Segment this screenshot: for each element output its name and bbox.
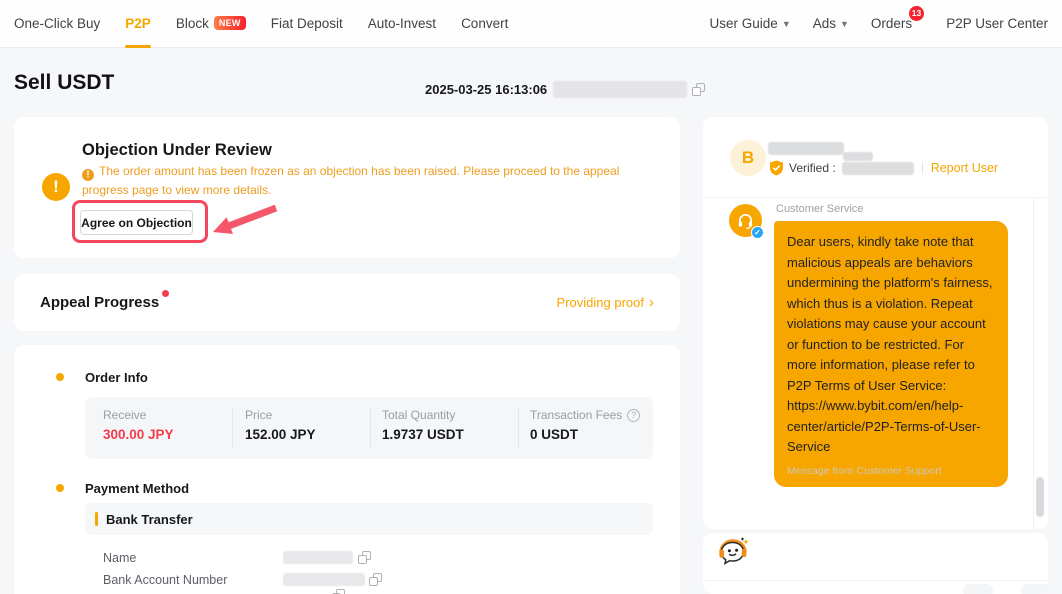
objection-heading: Objection Under Review — [82, 141, 272, 160]
nav-fiat-deposit[interactable]: Fiat Deposit — [271, 0, 343, 48]
nav-convert[interactable]: Convert — [461, 0, 508, 48]
divider — [370, 408, 371, 448]
order-details-card: Order Info Receive 300.00 JPY Price 152.… — [14, 345, 680, 594]
verified-row: Verified : Report User — [769, 160, 998, 176]
nav-left: One-Click Buy P2P Block NEW Fiat Deposit… — [14, 0, 533, 48]
objection-warning: !The order amount has been frozen as an … — [82, 162, 660, 200]
nav-auto-invest[interactable]: Auto-Invest — [368, 0, 436, 48]
copy-icon[interactable] — [358, 551, 371, 564]
warning-icon: ! — [82, 169, 94, 181]
copy-icon[interactable] — [692, 83, 705, 96]
order-info-box: Receive 300.00 JPY Price 152.00 JPY Tota… — [85, 397, 653, 459]
order-timestamp-row: 2025-03-25 16:13:06 — [425, 81, 705, 98]
counterparty-name-redacted — [768, 142, 844, 155]
name-redacted — [283, 551, 353, 564]
divider — [232, 408, 233, 448]
divider — [1033, 198, 1034, 529]
chat-panel: B Verified : Report User ✓ Customer Serv… — [703, 117, 1048, 529]
nav-one-click-buy[interactable]: One-Click Buy — [14, 0, 100, 48]
annotation-arrow-icon — [210, 202, 280, 238]
nav-orders[interactable]: Orders 13 — [871, 0, 912, 48]
quick-reply-pill[interactable] — [1021, 584, 1048, 594]
chevron-down-icon: ▼ — [840, 19, 849, 29]
divider — [703, 580, 1048, 581]
nav-p2p-user-center[interactable]: P2P User Center — [946, 0, 1048, 48]
top-nav: One-Click Buy P2P Block NEW Fiat Deposit… — [0, 0, 1062, 48]
alert-circle-icon: ! — [42, 173, 70, 201]
chat-mascot-icon[interactable] — [716, 537, 750, 569]
appeal-progress-card: Appeal Progress Providing proof › — [14, 274, 680, 331]
nav-block[interactable]: Block NEW — [176, 0, 246, 48]
section-bullet-icon — [56, 373, 64, 381]
chat-scrollbar[interactable] — [1036, 477, 1044, 517]
orders-count-badge: 13 — [909, 6, 924, 21]
chevron-down-icon: ▼ — [782, 19, 791, 29]
verified-id-redacted — [842, 162, 914, 175]
accent-bar — [95, 512, 98, 526]
customer-service-message: Dear users, kindly take note that malici… — [774, 221, 1008, 487]
customer-service-label: Customer Service — [776, 203, 863, 215]
message-text: Dear users, kindly take note that malici… — [787, 232, 995, 458]
nav-p2p[interactable]: P2P — [125, 0, 151, 48]
order-info-section-label: Order Info — [85, 370, 148, 385]
nav-ads[interactable]: Ads ▼ — [813, 0, 849, 48]
divider — [518, 408, 519, 448]
objection-card: ! Objection Under Review !The order amou… — [14, 117, 680, 258]
copy-icon[interactable] — [332, 589, 345, 594]
payment-row-name-label: Name — [103, 551, 136, 565]
avatar[interactable]: B — [730, 140, 766, 176]
payment-method-bar: Bank Transfer — [85, 503, 653, 535]
page-title: Sell USDT — [14, 71, 114, 95]
chat-toolbar — [703, 533, 1048, 594]
verified-badge-icon: ✓ — [751, 226, 764, 239]
order-id-redacted — [553, 81, 687, 98]
report-user-link[interactable]: Report User — [931, 161, 998, 175]
verified-label: Verified : — [789, 161, 836, 175]
providing-proof-link[interactable]: Providing proof › — [557, 295, 654, 310]
quick-reply-pill[interactable] — [963, 584, 993, 594]
payment-method-section-label: Payment Method — [85, 481, 189, 496]
account-number-redacted — [283, 573, 365, 586]
nav-user-guide[interactable]: User Guide ▼ — [710, 0, 791, 48]
shield-check-icon — [769, 160, 784, 176]
help-circle-icon[interactable]: ? — [627, 409, 640, 422]
chevron-right-icon: › — [649, 295, 654, 310]
nav-right: User Guide ▼ Ads ▼ Orders 13 P2P User Ce… — [688, 0, 1048, 48]
new-badge: NEW — [214, 16, 246, 30]
agree-on-objection-button[interactable]: Agree on Objection — [80, 210, 193, 235]
payment-row-account-label: Bank Account Number — [103, 573, 227, 587]
p2p-order-page: One-Click Buy P2P Block NEW Fiat Deposit… — [0, 0, 1062, 594]
divider — [922, 162, 923, 174]
message-footer: Message from Customer Support — [787, 465, 995, 477]
divider — [703, 197, 1048, 198]
section-bullet-icon — [56, 484, 64, 492]
order-timestamp: 2025-03-25 16:13:06 — [425, 82, 547, 97]
payment-method-name: Bank Transfer — [106, 512, 193, 527]
appeal-progress-title: Appeal Progress — [40, 294, 159, 311]
copy-icon[interactable] — [369, 573, 382, 586]
